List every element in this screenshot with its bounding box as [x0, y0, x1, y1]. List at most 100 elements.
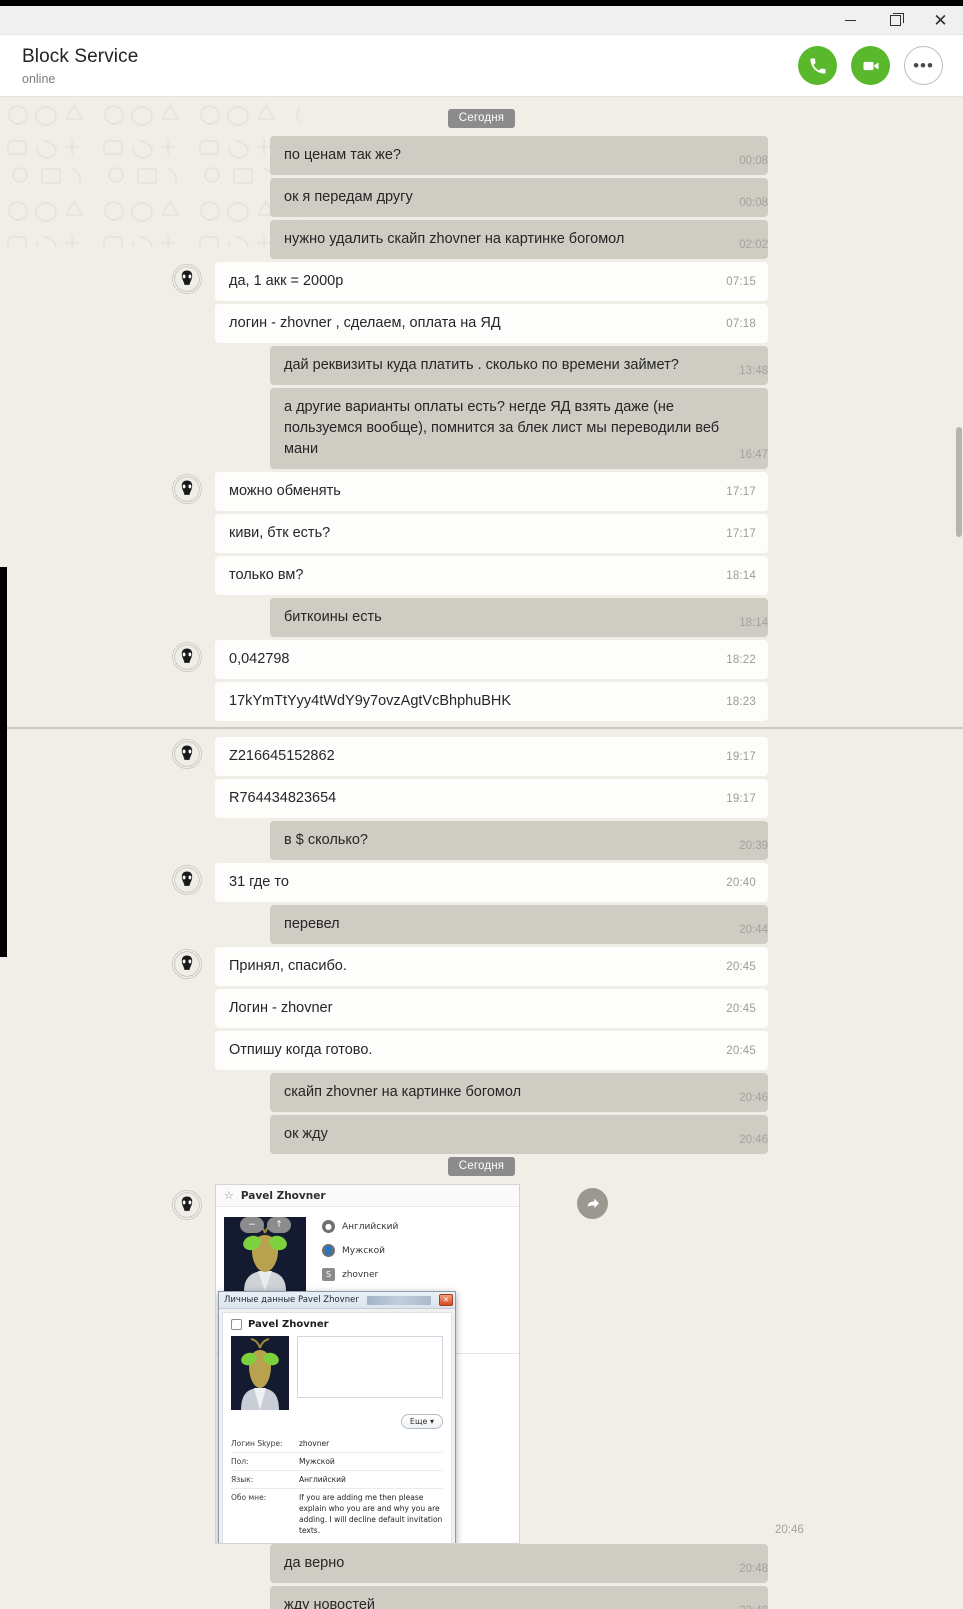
maximize-restore-button[interactable] — [873, 6, 918, 35]
message-bubble[interactable]: да верно — [270, 1544, 768, 1583]
message-bubble[interactable]: жду новостей — [270, 1586, 768, 1609]
avatar — [172, 474, 202, 504]
message-timestamp: 20:48 — [739, 1605, 768, 1609]
message-timestamp: 17:17 — [726, 486, 756, 498]
more-options-button[interactable]: ••• — [904, 46, 943, 85]
message-bubble[interactable]: Z216645152862 19:17 — [215, 737, 768, 776]
dialog-content: Pavel Zhovner Еще ▾ Логин Skype: zhovner… — [222, 1312, 452, 1543]
message-bubble[interactable]: 31 где то 20:40 — [215, 863, 768, 902]
close-icon: ✕ — [933, 10, 948, 30]
message-bubble[interactable]: ок жду — [270, 1115, 768, 1154]
message-text: 17kYmTtYyy4tWdY9y7ovzAgtVcBhphuBHK — [229, 693, 512, 709]
message-bubble[interactable]: ок я передам другу — [270, 178, 768, 217]
dialog-more-row: Еще ▾ — [223, 1410, 451, 1429]
photo-nav-buttons[interactable]: − ↑ — [240, 1217, 291, 1233]
outgoing-message-row: перевел 20:44 — [0, 905, 963, 944]
message-list: по ценам так же? 00:08 ок я передам другу 0… — [0, 136, 963, 1176]
message-text: жду новостей — [284, 1597, 376, 1609]
video-call-button[interactable] — [851, 46, 890, 85]
avatar — [172, 739, 202, 769]
message-timestamp: 19:17 — [726, 793, 756, 805]
dialog-field-row: Обо мне: If you are adding me then please… — [231, 1489, 443, 1539]
message-timestamp: 20:44 — [739, 924, 768, 936]
incoming-message-row: Отпишу когда готово. 20:45 — [0, 1031, 963, 1070]
window-close-icon[interactable]: ✕ — [439, 1294, 453, 1306]
message-bubble[interactable]: киви, бтк есть? 17:17 — [215, 514, 768, 553]
dialog-field-row: Логин Skype: zhovner — [231, 1435, 443, 1453]
message-bubble[interactable]: а другие варианты оплаты есть? негде ЯД … — [270, 388, 768, 469]
message-bubble[interactable]: только вм? 18:14 — [215, 556, 768, 595]
dialog-field-row: Пол: Мужской — [231, 1453, 443, 1471]
attachment-timestamp: 20:46 — [775, 1524, 804, 1536]
phone-icon — [810, 58, 825, 73]
outgoing-message-row: ок я передам другу 00:08 — [0, 178, 963, 217]
profile-language-row: ● Английский — [322, 1220, 511, 1233]
message-bubble[interactable]: 0,042798 18:22 — [215, 640, 768, 679]
message-bubble[interactable]: Логин - zhovner 20:45 — [215, 989, 768, 1028]
anonymous-mask-icon — [174, 266, 200, 292]
message-text: да, 1 акк = 2000р — [229, 273, 344, 289]
message-text: R764434823654 — [229, 790, 337, 806]
anonymous-mask-icon — [174, 867, 200, 893]
more-dropdown-button[interactable]: Еще ▾ — [400, 1414, 443, 1429]
scrollbar-thumb[interactable] — [956, 427, 962, 537]
attachment-wrapper: ☆ Pavel Zhovner − ↑ ● Английский 👤 Мужск… — [215, 1184, 804, 1544]
dialog-header: Pavel Zhovner — [223, 1313, 451, 1334]
message-text: киви, бтк есть? — [229, 525, 331, 541]
message-text: 0,042798 — [229, 651, 290, 667]
dialog-title: Личные данные Pavel Zhovner — [224, 1295, 359, 1305]
incoming-message-row: 31 где то 20:40 — [0, 863, 963, 902]
minimize-icon — [845, 19, 856, 21]
date-chip-label: Сегодня — [447, 109, 516, 128]
avatar — [172, 1190, 202, 1220]
message-bubble[interactable]: Отпишу когда готово. 20:45 — [215, 1031, 768, 1070]
forward-message-button[interactable] — [577, 1188, 608, 1219]
conversation-panel[interactable]: Сегодня по ценам так же? 00:08 ок я переда… — [0, 97, 963, 1609]
photo-next-button[interactable]: ↑ — [267, 1217, 291, 1233]
message-text: логин - zhovner , сделаем, оплата на ЯД — [229, 315, 501, 331]
anonymous-mask-icon — [174, 644, 200, 670]
profile-gender-value: Мужской — [342, 1245, 385, 1256]
message-text: да верно — [284, 1555, 345, 1571]
message-bubble[interactable]: перевел — [270, 905, 768, 944]
incoming-message-row: Логин - zhovner 20:45 — [0, 989, 963, 1028]
message-list-after-attachment: да верно 20:48 жду новостей 20:48 — [0, 1544, 963, 1609]
message-bubble[interactable]: по ценам так же? — [270, 136, 768, 175]
message-bubble[interactable]: нужно удалить скайп zhovner на картинке … — [270, 220, 768, 259]
person-icon: 👤 — [322, 1244, 335, 1257]
message-bubble[interactable]: R764434823654 19:17 — [215, 779, 768, 818]
incoming-message-row: 0,042798 18:22 — [0, 640, 963, 679]
message-bubble[interactable]: в $ сколько? — [270, 821, 768, 860]
minimize-button[interactable] — [828, 6, 873, 35]
incoming-message-row: Принял, спасибо. 20:45 — [0, 947, 963, 986]
message-bubble[interactable]: да, 1 акк = 2000р 07:15 — [215, 262, 768, 301]
dialog-note-field[interactable] — [297, 1336, 443, 1398]
outgoing-message-row: ок жду 20:46 — [0, 1115, 963, 1154]
profile-card-titlebar: ☆ Pavel Zhovner — [216, 1185, 519, 1207]
dialog-field-value: Мужской — [299, 1457, 335, 1466]
close-button[interactable]: ✕ — [918, 6, 963, 35]
message-bubble[interactable]: Принял, спасибо. 20:45 — [215, 947, 768, 986]
photo-prev-button[interactable]: − — [240, 1217, 264, 1233]
dialog-field-label: Логин Skype: — [231, 1439, 283, 1448]
chat-header: Block Service online ••• — [0, 35, 963, 97]
audio-call-button[interactable] — [798, 46, 837, 85]
message-bubble[interactable]: скайп zhovner на картинке богомол — [270, 1073, 768, 1112]
personal-data-dialog[interactable]: Личные данные Pavel Zhovner ✕ Pavel Zhov… — [218, 1291, 456, 1543]
date-separator-bottom: Сегодня — [0, 1157, 963, 1176]
message-bubble[interactable]: 17kYmTtYyy4tWdY9y7ovzAgtVcBhphuBHK 18:23 — [215, 682, 768, 721]
message-timestamp: 20:46 — [739, 1092, 768, 1104]
favorite-star-icon[interactable]: ☆ — [224, 1189, 234, 1202]
message-text: перевел — [284, 916, 340, 932]
conversation-scrollbar[interactable] — [955, 97, 963, 1609]
message-bubble[interactable]: логин - zhovner , сделаем, оплата на ЯД 0… — [215, 304, 768, 343]
profile-language-value: Английский — [342, 1221, 399, 1232]
message-bubble[interactable]: дай реквизиты куда платить . сколько по … — [270, 346, 768, 385]
message-bubble[interactable]: биткоины есть — [270, 598, 768, 637]
message-bubble[interactable]: можно обменять 17:17 — [215, 472, 768, 511]
message-text: скайп zhovner на картинке богомол — [284, 1084, 522, 1100]
window-titlebar: ✕ — [0, 6, 963, 35]
profile-skype-row: S zhovner — [322, 1268, 511, 1281]
message-timestamp: 18:14 — [739, 617, 768, 629]
shared-screenshot-image[interactable]: ☆ Pavel Zhovner − ↑ ● Английский 👤 Мужск… — [215, 1184, 520, 1544]
